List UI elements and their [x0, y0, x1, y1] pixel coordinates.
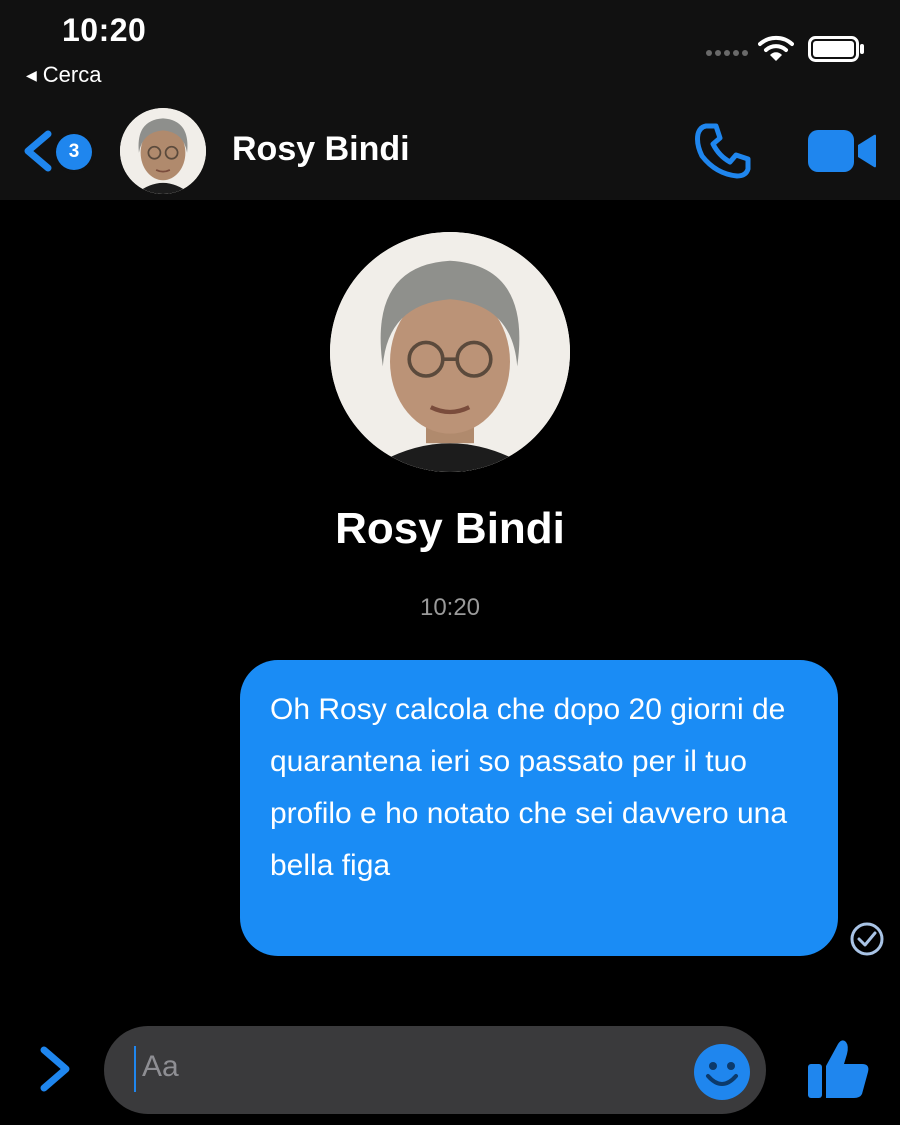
text-cursor — [134, 1046, 136, 1092]
status-time: 10:20 — [62, 12, 147, 48]
phone-icon[interactable] — [692, 120, 754, 182]
video-camera-icon[interactable] — [806, 126, 878, 176]
profile-name: Rosy Bindi — [335, 504, 565, 553]
message-timestamp: 10:20 — [419, 594, 481, 621]
back-to-app[interactable]: ◀ Cerca — [26, 62, 101, 88]
unread-badge: 3 — [56, 134, 92, 170]
back-to-app-label: Cerca — [42, 62, 102, 87]
message-input-placeholder: Aa — [142, 1050, 179, 1083]
contact-name[interactable]: Rosy Bindi — [232, 130, 410, 169]
outgoing-message-bubble[interactable]: Oh Rosy calcola che dopo 20 giorni de qu… — [240, 660, 838, 956]
contact-avatar-small[interactable] — [120, 108, 206, 194]
wifi-icon — [758, 35, 794, 61]
thumbs-up-icon[interactable] — [804, 1036, 872, 1102]
check-circle-icon — [850, 922, 884, 956]
message-input[interactable] — [104, 1026, 766, 1114]
battery-icon — [808, 36, 864, 62]
cellular-signal-icon — [706, 50, 748, 56]
smiley-icon[interactable] — [692, 1042, 752, 1102]
contact-avatar-large[interactable] — [330, 232, 570, 472]
message-text: Oh Rosy calcola che dopo 20 giorni de qu… — [270, 693, 788, 882]
chevron-right-icon[interactable] — [36, 1044, 76, 1094]
back-triangle-icon: ◀ — [26, 66, 37, 83]
